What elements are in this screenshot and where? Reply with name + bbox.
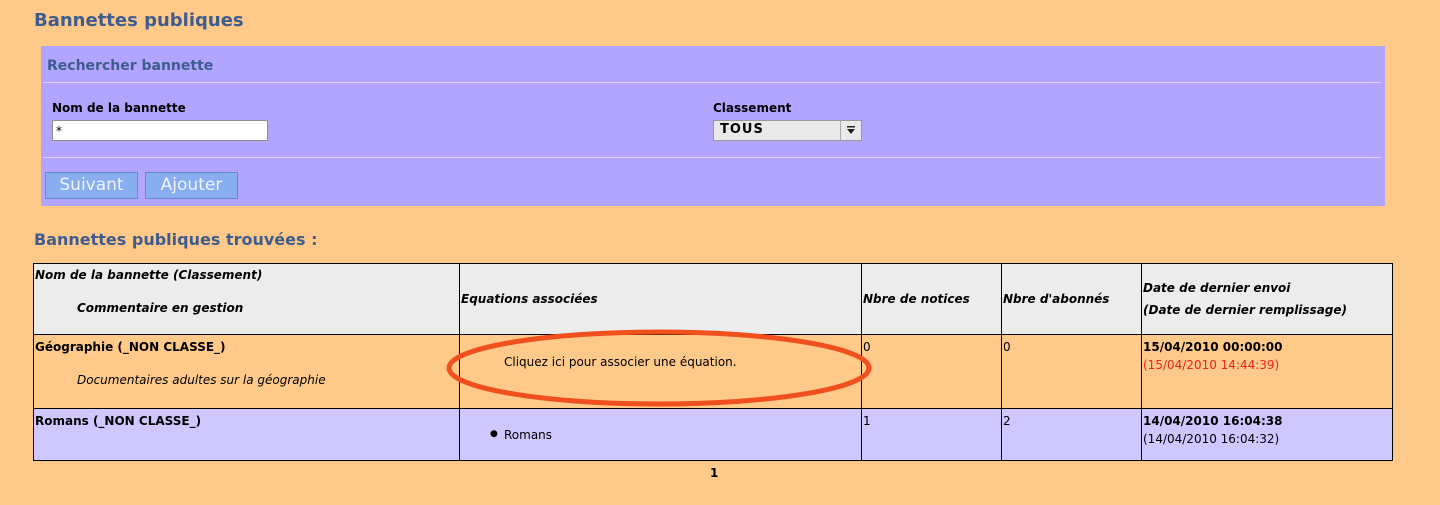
name-input[interactable] — [52, 120, 268, 141]
search-panel: Rechercher bannette Nom de la bannette C… — [41, 46, 1385, 206]
associate-equation-link[interactable]: Cliquez ici pour associer une équation. — [504, 355, 737, 369]
table-cell-equations: ● Romans — [459, 408, 862, 461]
results-title: Bannettes publiques trouvées : — [34, 230, 318, 249]
table-cell-name: Romans (_NON CLASSE_) — [33, 408, 460, 461]
column-header-dates: Date de dernier envoi (Date de dernier r… — [1141, 263, 1393, 335]
table-cell-abonnes: 2 — [1001, 408, 1142, 461]
dropdown-arrow-icon — [840, 121, 861, 140]
classement-select[interactable]: TOUS — [713, 120, 862, 141]
table-row[interactable]: Géographie (_NON CLASSE_) Documentaires … — [33, 334, 1393, 409]
table-cell-notices: 0 — [861, 334, 1002, 409]
table-cell-name: Géographie (_NON CLASSE_) Documentaires … — [33, 334, 460, 409]
table-cell-equations: Cliquez ici pour associer une équation. — [459, 334, 862, 409]
column-header-last-fill: (Date de dernier remplissage) — [1143, 303, 1348, 317]
table-cell-abonnes: 0 — [1001, 334, 1142, 409]
bannette-comment: Documentaires adultes sur la géographie — [77, 373, 326, 387]
equation-item[interactable]: Romans — [504, 428, 552, 442]
pagination-current-page[interactable]: 1 — [710, 466, 718, 480]
table-header-row: Nom de la bannette (Classement) Commenta… — [33, 263, 1393, 335]
classement-label: Classement — [713, 101, 792, 115]
column-header-notices: Nbre de notices — [861, 263, 1002, 335]
results-table: Nom de la bannette (Classement) Commenta… — [33, 263, 1393, 461]
last-fill-date: (15/04/2010 14:44:39) — [1143, 358, 1280, 372]
column-header-equations: Equations associées — [459, 263, 862, 335]
column-header-last-send: Date de dernier envoi — [1143, 281, 1291, 295]
next-button[interactable]: Suivant — [45, 172, 138, 199]
search-panel-title: Rechercher bannette — [47, 58, 214, 74]
page-title: Bannettes publiques — [34, 10, 244, 31]
bannette-name[interactable]: Romans (_NON CLASSE_) — [35, 414, 458, 428]
last-send-date: 15/04/2010 00:00:00 — [1143, 340, 1283, 354]
table-cell-dates: 14/04/2010 16:04:38 (14/04/2010 16:04:32… — [1141, 408, 1393, 461]
name-field-label: Nom de la bannette — [52, 101, 186, 115]
column-header-name: Nom de la bannette (Classement) Commenta… — [33, 263, 460, 335]
bullet-icon: ● — [490, 429, 498, 439]
last-send-date: 14/04/2010 16:04:38 — [1143, 414, 1283, 428]
classement-selected-value: TOUS — [720, 122, 764, 137]
divider — [43, 82, 1381, 83]
table-row[interactable]: Romans (_NON CLASSE_) ● Romans 1 2 14/04… — [33, 408, 1393, 461]
column-header-name-label: Nom de la bannette (Classement) — [35, 268, 263, 282]
bannette-name[interactable]: Géographie (_NON CLASSE_) — [35, 340, 226, 354]
table-cell-notices: 1 — [861, 408, 1002, 461]
table-cell-dates: 15/04/2010 00:00:00 (15/04/2010 14:44:39… — [1141, 334, 1393, 409]
add-button[interactable]: Ajouter — [145, 172, 238, 199]
column-header-comment-label: Commentaire en gestion — [77, 301, 244, 315]
column-header-abonnes: Nbre d'abonnés — [1001, 263, 1142, 335]
divider — [43, 157, 1381, 158]
last-fill-date: (14/04/2010 16:04:32) — [1143, 432, 1280, 446]
